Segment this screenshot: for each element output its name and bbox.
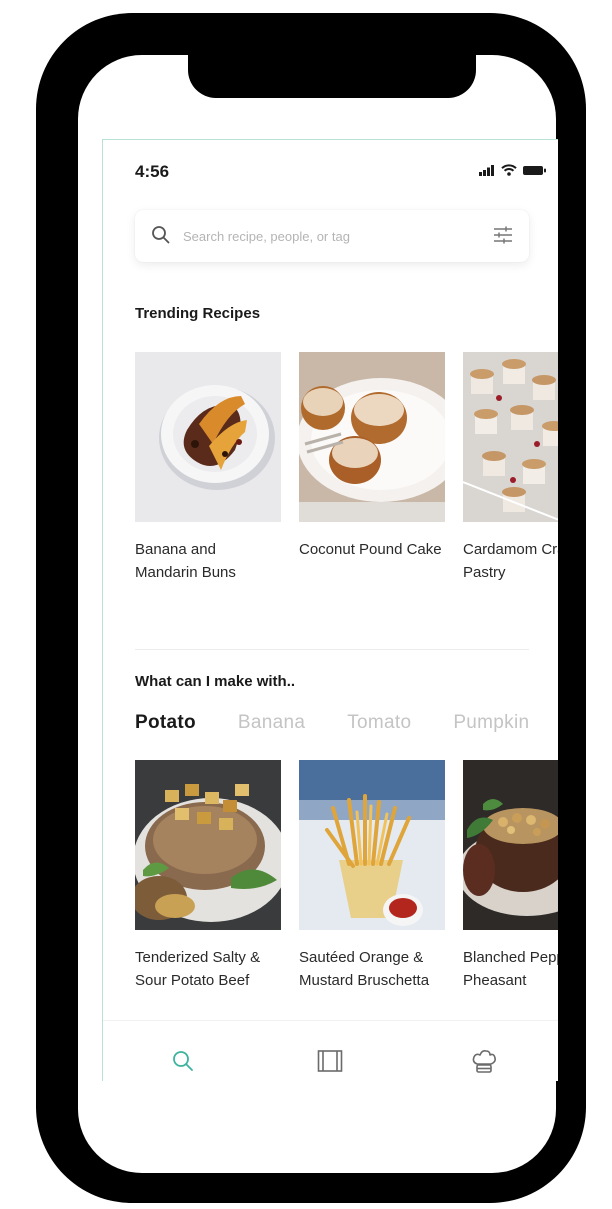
trending-recipes-row: Banana and Mandarin Buns Coconut Pound C…	[135, 352, 558, 584]
recipe-card[interactable]: Cardamom Cranberry Pastry	[463, 352, 558, 584]
recipe-title: Banana and Mandarin Buns	[135, 541, 236, 581]
section-divider	[135, 649, 529, 650]
recipe-title: Tenderized Salty & Sour Potato Beef	[135, 949, 261, 989]
recipe-title: Blanched Peppermint Pheasant	[463, 949, 558, 989]
wifi-icon	[501, 164, 517, 176]
recipe-card[interactable]: Blanched Peppermint Pheasant	[463, 760, 558, 992]
tab-potato[interactable]: Potato	[135, 712, 196, 734]
phone-notch	[188, 52, 476, 98]
recipe-image-banana-buns	[135, 352, 281, 522]
signal-icon	[479, 164, 494, 176]
status-bar: 4:56	[103, 140, 558, 200]
ingredient-recipes-row: Tenderized Salty & Sour Potato Beef Saut…	[135, 760, 558, 992]
recipe-title: Sautéed Orange & Mustard Bruschetta	[299, 949, 430, 989]
recipe-card[interactable]: Tenderized Salty & Sour Potato Beef	[135, 760, 281, 992]
recipe-image-pheasant	[463, 760, 558, 930]
search-icon	[152, 226, 170, 244]
recipe-image-cardamom-pastry	[463, 352, 558, 522]
recipe-image-coconut-cake	[299, 352, 445, 522]
trending-recipes-heading: Trending Recipes	[135, 305, 261, 322]
battery-icon	[523, 165, 546, 175]
recipe-image-bruschetta	[299, 760, 445, 930]
filter-icon[interactable]	[493, 226, 513, 244]
bottom-nav	[103, 1020, 558, 1081]
search-bar[interactable]	[135, 210, 529, 262]
recipe-title: Coconut Pound Cake	[299, 541, 442, 558]
make-with-heading: What can I make with..	[135, 673, 296, 690]
recipe-title: Cardamom Cranberry Pastry	[463, 541, 558, 581]
app-screen: 4:56 Search recipe, people, or tag Trend…	[102, 139, 558, 1081]
recipe-card[interactable]: Coconut Pound Cake	[299, 352, 445, 584]
search-input[interactable]	[183, 222, 473, 250]
book-icon[interactable]	[317, 1049, 343, 1073]
tab-pumpkin[interactable]: Pumpkin	[453, 712, 529, 734]
tab-tomato[interactable]: Tomato	[347, 712, 411, 734]
status-icons	[479, 164, 547, 176]
search-icon[interactable]	[171, 1049, 195, 1073]
recipe-card[interactable]: Sautéed Orange & Mustard Bruschetta	[299, 760, 445, 992]
status-time: 4:56	[135, 162, 170, 181]
chef-hat-icon[interactable]	[471, 1049, 497, 1075]
recipe-card[interactable]: Banana and Mandarin Buns	[135, 352, 281, 584]
ingredient-tabs: Potato Banana Tomato Pumpkin	[135, 712, 529, 734]
recipe-image-potato-beef	[135, 760, 281, 930]
tab-banana[interactable]: Banana	[238, 712, 305, 734]
